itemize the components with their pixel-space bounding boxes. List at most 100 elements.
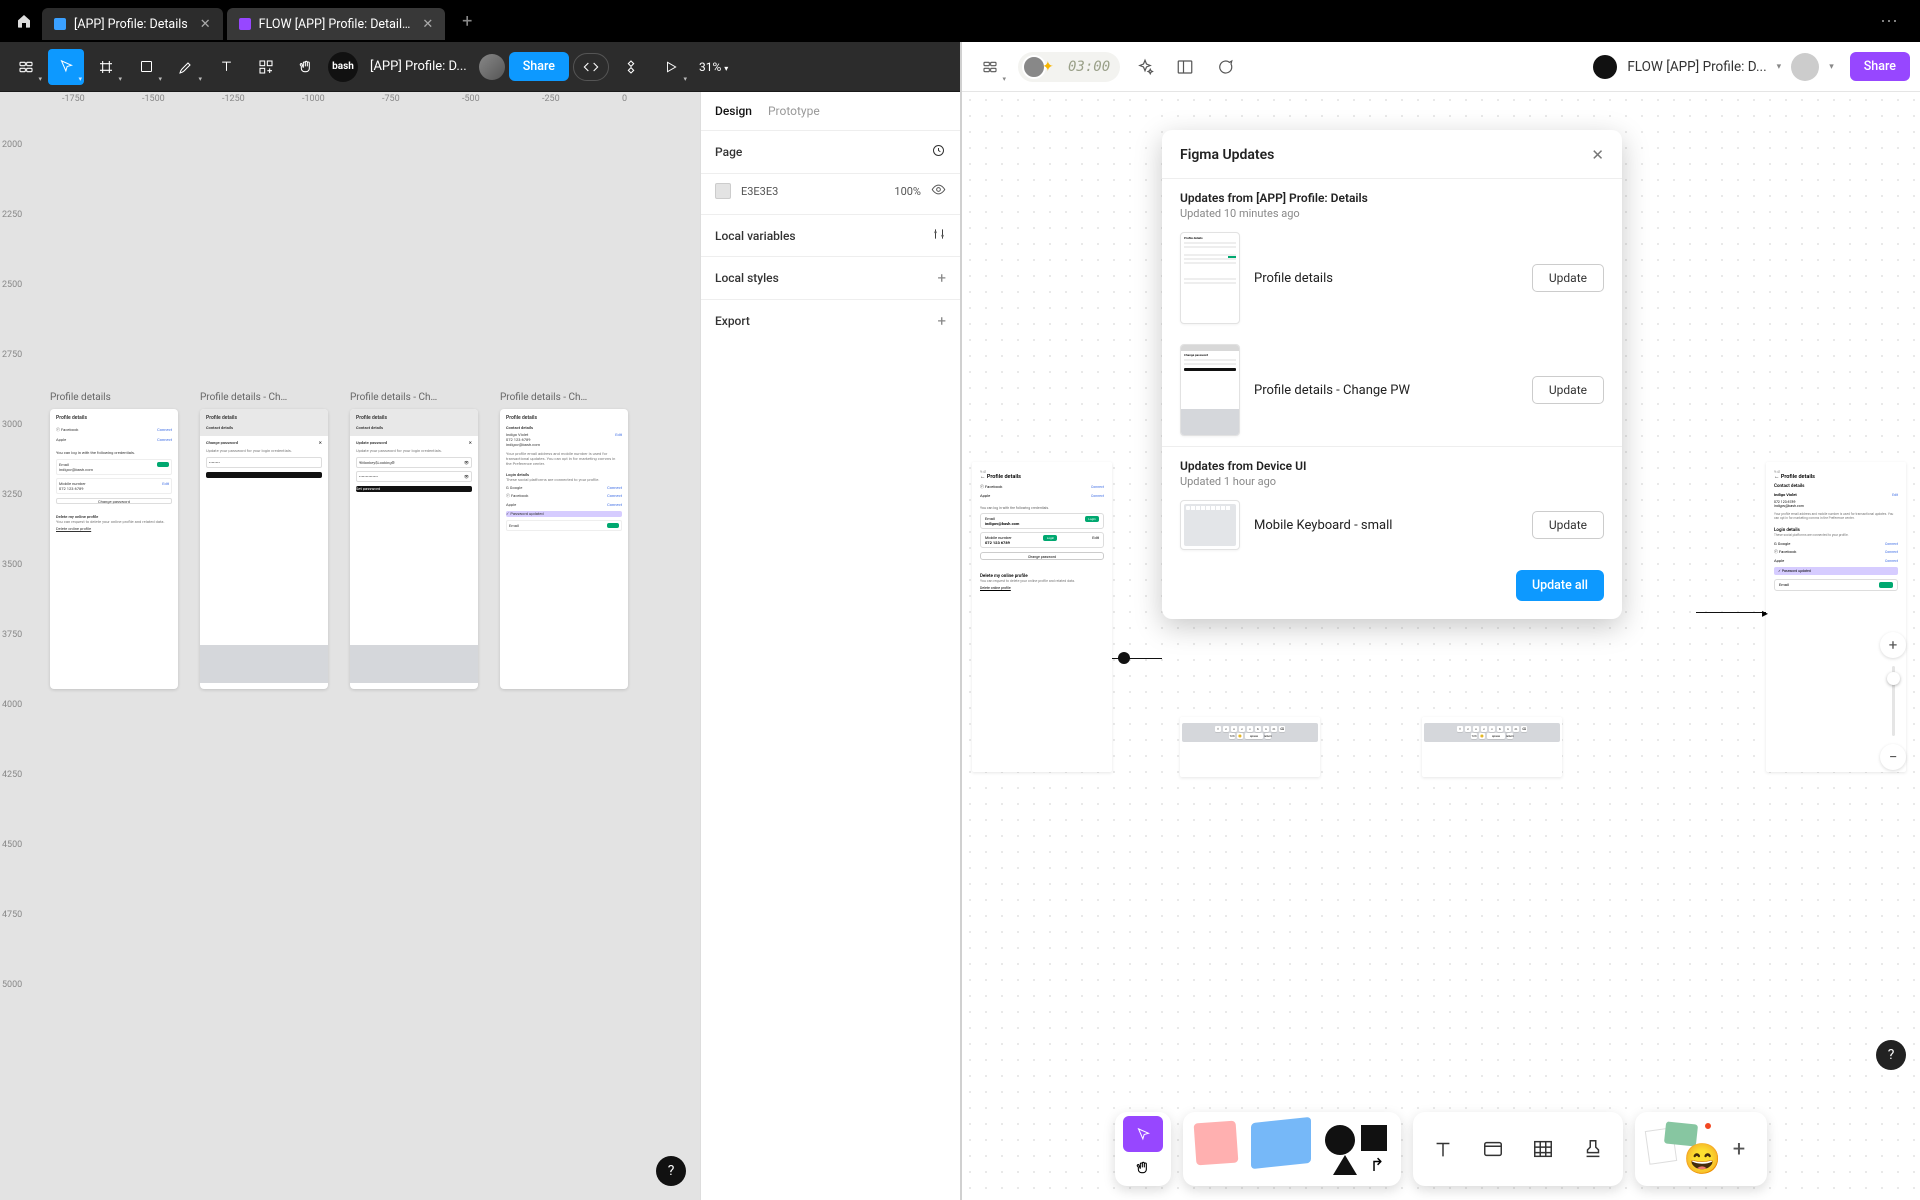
zoom-level[interactable]: 31% ▾ <box>699 60 728 74</box>
square-icon <box>1361 1125 1387 1151</box>
chevron-down-icon[interactable]: ▾ <box>1829 62 1834 72</box>
shapes-tool[interactable]: ↱ <box>1325 1123 1389 1175</box>
update-name: Profile details <box>1254 271 1518 286</box>
brand-badge: bash <box>328 52 358 82</box>
text-tool[interactable] <box>1425 1131 1461 1167</box>
background-swatch[interactable] <box>715 183 731 199</box>
component-insert-button[interactable] <box>613 49 649 85</box>
present-button[interactable]: ▾ <box>653 49 689 85</box>
update-button[interactable]: Update <box>1532 264 1604 292</box>
ruler-horizontal: -1750 -1500 -1250 -1000 -750 -500 -250 0 <box>22 92 700 110</box>
pen-tool[interactable]: ▾ <box>168 49 204 85</box>
visibility-icon[interactable] <box>931 182 946 200</box>
section-tool[interactable] <box>1475 1131 1511 1167</box>
help-button[interactable]: ? <box>1876 1040 1906 1070</box>
star-icon: ✦ <box>1042 57 1062 77</box>
add-export-icon[interactable]: + <box>937 312 946 330</box>
frame-label: Profile details <box>50 392 178 403</box>
frame-thumbnail[interactable]: Profile details - Ch… Profile details Co… <box>200 392 328 689</box>
local-styles-label: Local styles <box>715 271 779 285</box>
dev-mode-toggle[interactable] <box>573 53 609 81</box>
frame-tool[interactable]: ▾ <box>88 49 124 85</box>
frame-thumbnail[interactable]: Profile details - Ch… Profile details Co… <box>350 392 478 689</box>
update-all-button[interactable]: Update all <box>1516 570 1604 601</box>
update-item: Mobile Keyboard - small Update <box>1162 490 1622 560</box>
home-button[interactable] <box>8 5 40 37</box>
close-icon[interactable]: ✕ <box>200 17 211 32</box>
variables-settings-icon[interactable] <box>932 227 946 244</box>
add-style-icon[interactable]: + <box>937 269 946 287</box>
page-section-label: Page <box>715 145 742 159</box>
tab-figjam[interactable]: FLOW [APP] Profile: Detail… ✕ <box>227 8 446 40</box>
move-tool[interactable]: ▾ <box>48 49 84 85</box>
help-button[interactable]: ? <box>656 1156 686 1186</box>
update-button[interactable]: Update <box>1532 511 1604 539</box>
figma-updates-popup: Figma Updates ✕ Updates from [APP] Profi… <box>1162 130 1622 619</box>
ai-sparkle-icon[interactable] <box>1130 52 1160 82</box>
select-tool[interactable] <box>1123 1116 1163 1152</box>
app-menu-button[interactable]: ⋯ <box>1880 11 1912 32</box>
user-avatar[interactable] <box>1791 53 1819 81</box>
widgets-button[interactable]: 😄 <box>1647 1123 1717 1175</box>
ruler-vertical: 2000 2250 2500 2750 3000 3250 3500 3750 … <box>0 110 22 1200</box>
tab-design[interactable]: Design <box>715 104 752 118</box>
update-thumbnail[interactable]: Change password <box>1180 344 1240 436</box>
frame-thumbnail[interactable]: Profile details Profile details ⓕ Facebo… <box>50 392 178 689</box>
zoom-out-button[interactable]: − <box>1880 744 1906 770</box>
triangle-icon <box>1333 1155 1357 1175</box>
hand-tool[interactable] <box>1123 1154 1163 1182</box>
timer-widget[interactable]: ✦ 03:00 <box>1018 52 1120 82</box>
zoom-controls: + − <box>1880 632 1906 770</box>
hand-tool[interactable] <box>288 49 324 85</box>
comment-icon[interactable] <box>1210 52 1240 82</box>
main-menu-button[interactable]: ▾ <box>8 49 44 85</box>
new-tab-button[interactable]: + <box>453 7 481 35</box>
zoom-in-button[interactable]: + <box>1880 632 1906 658</box>
export-label: Export <box>715 314 750 328</box>
layout-icon[interactable] <box>1170 52 1200 82</box>
close-icon[interactable]: ✕ <box>1591 146 1604 164</box>
updates-group-title: Updates from Device UI <box>1180 459 1604 473</box>
chevron-down-icon[interactable]: ▾ <box>1777 62 1782 72</box>
update-thumbnail[interactable] <box>1180 500 1240 550</box>
share-button[interactable]: Share <box>1850 52 1910 81</box>
document-title[interactable]: [APP] Profile: D... <box>370 59 467 74</box>
marker-tool[interactable] <box>1194 1121 1239 1166</box>
tab-figma-design[interactable]: [APP] Profile: Details ✕ <box>42 8 223 40</box>
document-title[interactable]: FLOW [APP] Profile: D... <box>1627 59 1766 75</box>
more-tools-button[interactable]: + <box>1723 1133 1755 1165</box>
tab-label: FLOW [APP] Profile: Detail… <box>259 17 411 32</box>
updates-group-subtitle: Updated 1 hour ago <box>1180 475 1604 488</box>
design-panel: Design Prototype Page E3E3E3 100% Local … <box>700 92 960 1200</box>
local-variables-label: Local variables <box>715 229 796 243</box>
tab-prototype[interactable]: Prototype <box>768 104 820 118</box>
notification-dot-icon <box>1703 1121 1713 1131</box>
shape-tool[interactable]: ▾ <box>128 49 164 85</box>
zoom-slider[interactable] <box>1892 666 1895 736</box>
main-menu-button[interactable]: ▾ <box>972 49 1008 85</box>
text-tool[interactable] <box>208 49 244 85</box>
share-button[interactable]: Share <box>509 52 569 81</box>
stamp-tool[interactable] <box>1575 1131 1611 1167</box>
background-opacity[interactable]: 100% <box>894 185 921 198</box>
figjam-canvas[interactable]: 9:41 ← Profile details ⓕ FacebookConnect… <box>962 92 1920 1200</box>
design-canvas[interactable]: -1750 -1500 -1250 -1000 -750 -500 -250 0… <box>0 92 700 1200</box>
update-button[interactable]: Update <box>1532 376 1604 404</box>
frame-label: Profile details - Ch… <box>350 392 478 403</box>
toolbar-right: ▾ ✦ 03:00 FLOW [APP] Profile: D... ▾ ▾ S… <box>962 42 1920 92</box>
prototype-connection <box>1112 658 1162 659</box>
canvas-frame[interactable]: ⇧zxcvbnm⌫123😊spacereturn <box>1422 717 1562 777</box>
prototype-connection <box>1696 612 1766 613</box>
sticky-note-tool[interactable] <box>1251 1117 1311 1169</box>
update-thumbnail[interactable]: Profile details <box>1180 232 1240 324</box>
canvas-frame[interactable]: 9:41 ← Profile details ⓕ FacebookConnect… <box>972 462 1112 772</box>
background-hex[interactable]: E3E3E3 <box>741 185 778 198</box>
frame-label: Profile details - Ch… <box>200 392 328 403</box>
resources-button[interactable] <box>248 49 284 85</box>
canvas-frame[interactable]: ⇧zxcvbnm⌫123😊spacereturn <box>1180 717 1320 777</box>
frame-thumbnail[interactable]: Profile details - Ch… Profile details Co… <box>500 392 628 689</box>
close-icon[interactable]: ✕ <box>422 17 433 32</box>
table-tool[interactable] <box>1525 1131 1561 1167</box>
collaborator-avatar[interactable] <box>479 54 505 80</box>
page-options-icon[interactable] <box>931 143 946 161</box>
